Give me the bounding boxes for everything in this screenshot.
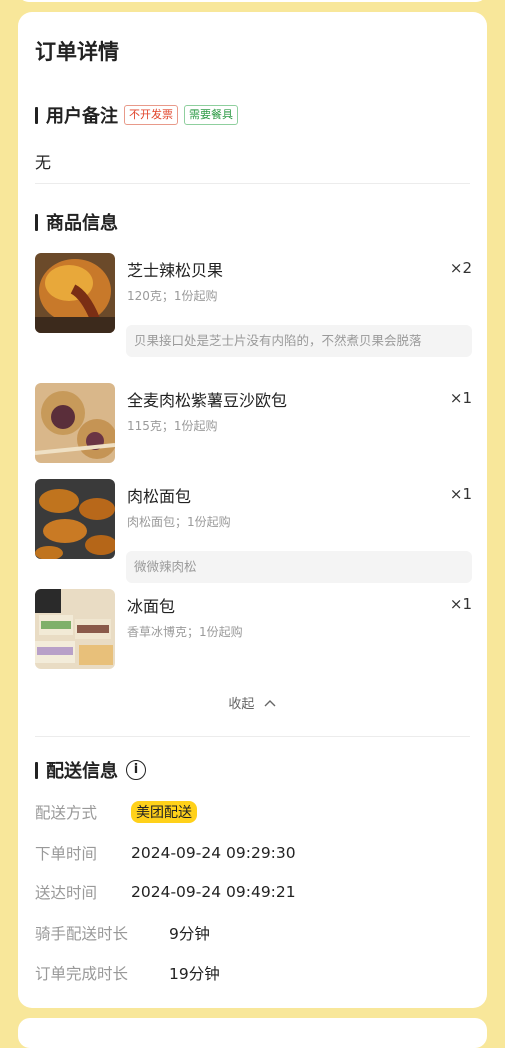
product-qty: ×2 [449, 259, 472, 277]
bagel-photo-icon [35, 253, 115, 333]
order-time-label: 下单时间 [35, 845, 98, 863]
product-qty: ×1 [449, 389, 472, 407]
product-spec: 肉松面包；1份起购 [127, 515, 231, 529]
product-note: 微微辣肉松 [126, 551, 472, 583]
complete-duration-value: 19分钟 [169, 965, 220, 983]
ice-bread-photo-icon [35, 589, 115, 669]
product-name: 肉松面包 [127, 487, 192, 506]
no-invoice-tag: 不开发票 [124, 105, 178, 125]
section-bar [35, 213, 38, 231]
rider-duration-label: 骑手配送时长 [35, 925, 129, 943]
bread-photo-icon [35, 383, 115, 463]
product-spec: 115克；1份起购 [127, 419, 218, 433]
remark-section-header: 用户备注 不开发票 需要餐具 [35, 102, 238, 128]
arrive-time-value: 2024-09-24 09:49:21 [131, 883, 296, 901]
arrive-time-row: 送达时间 2024-09-24 09:49:21 [35, 881, 296, 903]
next-card [18, 1018, 487, 1048]
floss-bread-photo-icon [35, 479, 115, 559]
remark-heading: 用户备注 [46, 106, 118, 127]
product-spec: 香草冰博克；1份起购 [127, 625, 243, 639]
divider [35, 183, 470, 184]
info-icon[interactable]: i [126, 760, 146, 780]
delivery-method-row: 配送方式 美团配送 [35, 801, 197, 823]
product-spec: 120克；1份起购 [127, 289, 218, 303]
chevron-up-icon [264, 700, 276, 707]
complete-duration-label: 订单完成时长 [35, 965, 129, 983]
remark-text: 无 [35, 153, 52, 172]
arrive-time-label: 送达时间 [35, 884, 98, 902]
rider-duration-row: 骑手配送时长 9分钟 [35, 922, 210, 944]
collapse-button[interactable]: 收起 [18, 693, 487, 712]
section-bar [35, 761, 38, 779]
product-note: 贝果接口处是芝士片没有内陷的，不然煮贝果会脱落 [126, 325, 472, 357]
delivery-method-label: 配送方式 [35, 804, 98, 822]
product-name: 冰面包 [127, 597, 176, 616]
order-time-value: 2024-09-24 09:29:30 [131, 844, 296, 862]
products-heading: 商品信息 [46, 213, 118, 234]
delivery-heading: 配送信息 [46, 761, 118, 782]
product-qty: ×1 [449, 485, 472, 503]
order-time-row: 下单时间 2024-09-24 09:29:30 [35, 842, 296, 864]
products-section-header: 商品信息 [35, 209, 118, 235]
order-detail-card: 订单详情 用户备注 不开发票 需要餐具 无 商品信息 芝士辣松贝果 ×2 120… [18, 12, 487, 1008]
product-name: 全麦肉松紫薯豆沙欧包 [127, 391, 288, 410]
order-detail-title: 订单详情 [35, 40, 119, 64]
need-cutlery-tag: 需要餐具 [184, 105, 238, 125]
section-bar [35, 106, 38, 124]
complete-duration-row: 订单完成时长 19分钟 [35, 962, 220, 984]
delivery-section-header: 配送信息 i [35, 757, 146, 783]
previous-card [18, 0, 487, 2]
product-qty: ×1 [449, 595, 472, 613]
product-name: 芝士辣松贝果 [127, 261, 224, 280]
divider [35, 736, 470, 737]
collapse-label: 收起 [228, 697, 255, 712]
rider-duration-value: 9分钟 [169, 925, 210, 943]
delivery-method-badge: 美团配送 [131, 801, 197, 823]
